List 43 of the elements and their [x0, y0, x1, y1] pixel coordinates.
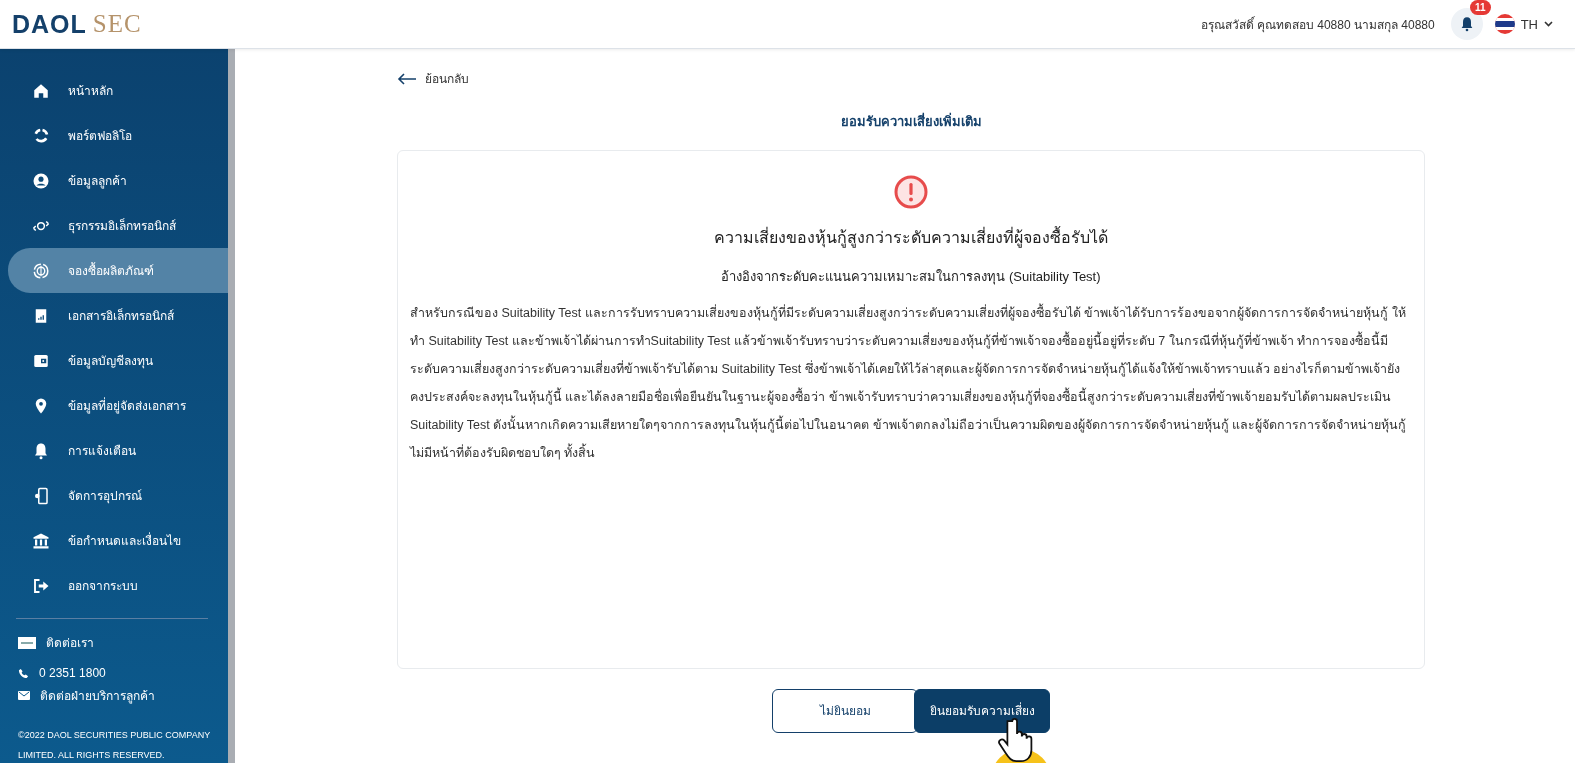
bell-icon: [32, 441, 50, 460]
sidebar-item[interactable]: ข้อกำหนดและเงื่อนไข: [8, 518, 228, 563]
thai-flag-icon: [1494, 14, 1515, 34]
device-icon: [32, 486, 50, 505]
phone-number[interactable]: 0 2351 1800: [39, 666, 106, 680]
logo-icon: [18, 636, 36, 649]
sidebar-item[interactable]: การแจ้งเตือน: [8, 428, 228, 473]
sidebar-item[interactable]: ธุรกรรมอิเล็กทรอนิกส์: [8, 203, 228, 248]
risk-subheading: อ้างอิงจากระดับคะแนนความเหมาะสมในการลงทุน (Suitability Test): [720, 267, 1102, 287]
sidebar-item[interactable]: ข้อมูลบัญชีลงทุน: [8, 338, 228, 383]
sidebar-item[interactable]: เอกสารอิเล็กทรอนิกส์: [8, 293, 228, 338]
accept-button[interactable]: ยินยอมรับความเสี่ยง: [914, 688, 1050, 733]
page-title: ยอมรับความเสี่ยงเพิ่มเติม: [839, 111, 983, 131]
copyright-text: LIMITED. ALL RIGHTS RESERVED.: [18, 749, 166, 762]
coin-icon: [32, 261, 50, 280]
sidebar-item[interactable]: พอร์ตฟอลิโอ: [8, 113, 228, 158]
sidebar-item[interactable]: ข้อมูลที่อยู่จัดส่งเอกสาร: [8, 383, 228, 428]
phone-icon: [18, 667, 29, 679]
contact-title: ติดต่อเรา: [46, 635, 94, 652]
sidebar-item[interactable]: จองซื้อผลิตภัณฑ์: [8, 248, 228, 293]
arrow-left-icon: [397, 72, 417, 85]
mail-icon: [18, 691, 30, 700]
logout-icon: [32, 576, 50, 595]
sidebar-item[interactable]: ออกจากระบบ: [8, 563, 228, 608]
copyright-text: ©2022 DAOL SECURITIES PUBLIC COMPANY: [18, 729, 212, 742]
sidebar-item[interactable]: จัดการอุปกรณ์: [8, 473, 228, 518]
logo-text: SEC: [92, 9, 142, 39]
portfolio-icon: [32, 126, 50, 145]
bank-icon: [32, 531, 50, 550]
greeting-text: อรุณสวัสดิ์ คุณทดสอบ 40880 นามสกุล 40880: [1200, 15, 1435, 34]
risk-heading: ความเสี่ยงของหุ้นกู้สูงกว่าระดับความเสี่ยงที่ผู้จองซื้อรับได้: [713, 225, 1109, 250]
back-link[interactable]: ย้อนกลับ: [397, 69, 469, 88]
chevron-down-icon: [1544, 21, 1553, 27]
logo-text: DAOL: [12, 9, 87, 39]
sidebar-item[interactable]: ข้อมูลลูกค้า: [8, 158, 228, 203]
language-selector[interactable]: TH: [1494, 14, 1553, 34]
sidebar-item[interactable]: หน้าหลัก: [8, 68, 228, 113]
decline-button[interactable]: ไม่ยินยอม: [772, 688, 918, 733]
customer-service-link[interactable]: ติดต่อฝ่ายบริการลูกค้า: [40, 686, 155, 705]
notification-count: 11: [1470, 0, 1491, 15]
warning-icon: [894, 174, 928, 209]
user-icon: [32, 171, 50, 190]
disclaimer-paragraph: สำหรับกรณีของ Suitability Test และการรับทราบความเสี่ยงของหุ้นกู้ที่มีระดับความเสี่ยงสูงกว่าระดับความเสี่ยงที่ผู้จองซื้อรับได้ ข้าพเจ้าได้รับการร้องขอจากผู้จัดการการจัดจำหน่ายหุ้นกู้ ให้ทำ Suitability Test และข้าพเจ้าได้ผ่านการทำSuitability Test แล้วข้าพเจ้ารับทราบว่าระดับความเสี่ยงของหุ้นกู้ที่ข้าพเจ้าจองซื้ออยู่นี้อยู่ที่ระดับ 7 ในกรณีที่หุ้นกู้ที่ข้าพเจ้า ทำการจองซื้อนี้มีระดับความเสี่ยงสูงกว่าระดับความเสี่ยงที่ข้าพเจ้ารับได้ตาม Suitability Test ซึ่งข้าพเจ้าได้เคยให้ไว้ล่าสุดและผู้จัดการการจัดจำหน่ายหุ้นกู้ได้แจ้งให้ข้าพเจ้าทราบแล้ว อย่างไรก็ตามข้าพเจ้ายังคงประสงค์จะลงทุนในหุ้นกู้นี้ และได้ลงลายมือชื่อเพื่อยืนยันในฐานะผู้จองซื้อว่า ข้าพเจ้ารับทราบว่าความเสี่ยงของหุ้นกู้ที่จองซื้อนี้สูงกว่าระดับความเสี่ยงที่ข้าพเจ้ายอมรับได้ตามผลประเมิน Suitability Test ดังนั้นหากเกิดความเสียหายใดๆจากการลงทุนในหุ้นกู้นี้ต่อไปในอนาคต ข้าพเจ้าตกลงไม่ถือว่าเป็นความผิดของผู้จัดการการจัดจำหน่ายหุ้นกู้ และผู้จัดการการจัดจำหน่ายหุ้นกู้ไม่มีหน้าที่ต้องรับผิดชอบใดๆ ทั้งสิ้น: [410, 302, 1408, 462]
